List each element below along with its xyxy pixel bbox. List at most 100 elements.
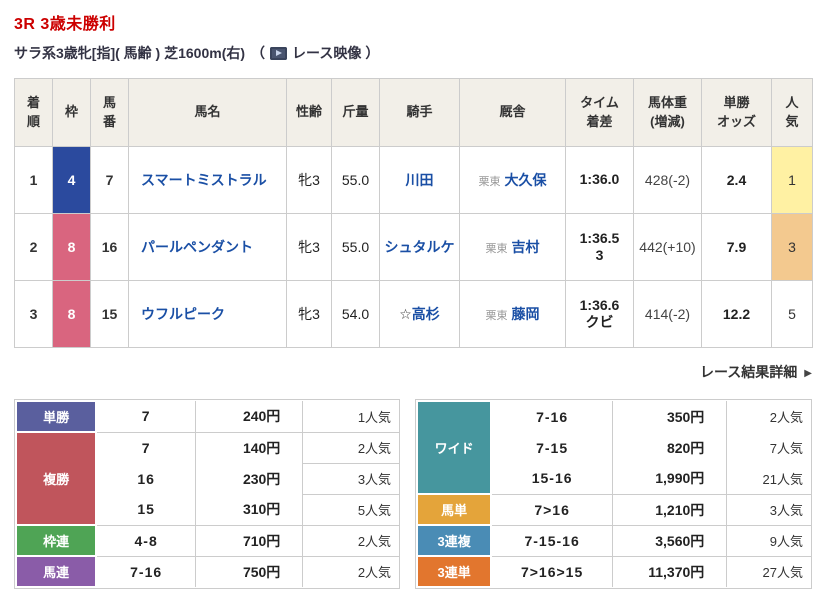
payout-amount: 310円	[194, 494, 303, 525]
apprentice-mark: ☆	[399, 306, 412, 322]
trainer-link[interactable]: 大久保	[505, 172, 547, 188]
stable-cell: 栗東 大久保	[459, 146, 566, 214]
horse-name-link[interactable]: ウフルピーク	[141, 306, 225, 322]
payout-amount: 820円	[611, 432, 727, 463]
sex-age: 牝3	[286, 213, 332, 281]
payout-popularity: 27人気	[726, 555, 811, 587]
race-video-link[interactable]: レース映像	[292, 43, 361, 63]
col-header-frame: 枠	[52, 78, 91, 147]
horse-name-cell: パールペンダント	[128, 213, 287, 281]
payout-row: 馬連 7-16 750円 2人気	[14, 555, 400, 588]
stable-cell: 栗東 吉村	[459, 213, 566, 281]
payout-combination: 15	[95, 494, 196, 525]
chevron-right-icon: ▶	[804, 368, 812, 379]
payout-combination: 7>16	[490, 493, 613, 525]
jockey-cell: シュタルケ	[379, 213, 460, 281]
payout-amount: 750円	[194, 555, 303, 587]
payout-table-right: ワイド 7-16 350円 2人気 7-15 820円 7人気 15-16 1,…	[415, 399, 812, 589]
payout-combination: 7-15	[490, 432, 613, 463]
win-odds: 7.9	[701, 213, 772, 281]
popularity: 3	[771, 213, 813, 281]
payout-popularity: 2人気	[302, 524, 400, 556]
payout-type-label: 枠連	[14, 524, 98, 557]
payout-popularity: 5人気	[302, 493, 400, 525]
paren-open: （	[251, 45, 266, 61]
stable-region: 栗東	[478, 176, 501, 188]
payout-amount: 240円	[194, 401, 303, 432]
finish-time: 1:36.0	[579, 171, 620, 188]
result-row: 3 8 15 ウフルピーク 牝3 54.0 ☆高杉 栗東 藤岡 1:36.6 クビ …	[14, 280, 813, 348]
trainer-link[interactable]: 藤岡	[512, 306, 540, 322]
race-title: 3R 3歳未勝利	[14, 16, 116, 33]
col-header-stable: 厩舎	[459, 78, 566, 147]
horse-name-link[interactable]: スマートミストラル	[141, 172, 267, 188]
race-result-detail-link[interactable]: レース結果詳細 ▶	[700, 364, 812, 380]
payout-combination: 15-16	[490, 463, 613, 494]
payout-popularity: 2人気	[726, 401, 811, 432]
popularity: 5	[771, 280, 813, 348]
payout-type-label: 馬連	[14, 555, 98, 588]
finish-position: 1	[14, 146, 53, 214]
race-result-detail-label: レース結果詳細	[699, 364, 798, 380]
stable-region: 栗東	[485, 310, 508, 322]
payout-combination: 4-8	[95, 524, 196, 556]
horse-number: 16	[90, 213, 129, 281]
payout-combination: 7-16	[490, 401, 613, 432]
payout-row: 3連単 7>16>15 11,370円 27人気	[416, 555, 811, 588]
payout-combination: 7	[95, 431, 196, 463]
carried-weight: 55.0	[331, 213, 380, 281]
jockey-link[interactable]: シュタルケ	[385, 239, 455, 255]
horse-weight: 442(+10)	[633, 213, 702, 281]
race-conditions: サラ系3歳牝[指]( 馬齢 ) 芝1600m(右)	[14, 45, 246, 61]
payout-popularity: 9人気	[726, 524, 811, 556]
payout-amount: 230円	[194, 463, 303, 494]
payout-popularity: 2人気	[302, 555, 400, 587]
jockey-link[interactable]: 川田	[406, 172, 434, 188]
payout-section: 単勝 7 240円 1人気 複勝 7 140円 2人気 16 230円 3人気	[14, 399, 812, 589]
race-conditions-row: サラ系3歳牝[指]( 馬齢 ) 芝1600m(右) （ レース映像 ）	[14, 43, 812, 63]
payout-type-label: 複勝	[14, 431, 98, 526]
carried-weight: 54.0	[331, 280, 380, 348]
details-link-row: レース結果詳細 ▶	[14, 362, 812, 382]
col-header-horse-name: 馬名	[128, 78, 287, 147]
horse-name-link[interactable]: パールペンダント	[141, 239, 253, 255]
win-odds: 12.2	[701, 280, 772, 348]
payout-type-label: 馬単	[416, 493, 493, 526]
col-header-horse-number: 馬 番	[90, 78, 129, 147]
win-odds: 2.4	[701, 146, 772, 214]
payout-row: ワイド 7-16 350円 2人気	[416, 400, 811, 495]
time-margin-cell: 1:36.0	[565, 146, 634, 214]
payout-amount: 11,370円	[611, 555, 727, 587]
payout-combination: 7>16>15	[490, 555, 613, 587]
horse-name-cell: スマートミストラル	[128, 146, 287, 214]
finish-time: 1:36.5	[579, 229, 620, 246]
frame-number: 4	[52, 146, 91, 214]
col-header-horse-weight: 馬体重 (増減)	[633, 78, 702, 147]
finish-position: 2	[14, 213, 53, 281]
payout-combination: 7-15-16	[490, 524, 613, 556]
col-header-time-margin: タイム 着差	[565, 78, 634, 147]
race-results-table: 着 順 枠 馬 番 馬名 性齢 斤量 騎手 厩舎 タイム 着差 馬体重 (増減)…	[14, 78, 813, 348]
payout-combination: 7-16	[95, 555, 196, 587]
col-header-win-odds: 単勝 オッズ	[701, 78, 772, 147]
trainer-link[interactable]: 吉村	[512, 239, 540, 255]
col-header-jockey: 騎手	[379, 78, 460, 147]
jockey-link[interactable]: 高杉	[412, 306, 440, 322]
col-header-finish-position: 着 順	[14, 78, 53, 147]
finish-time: 1:36.6	[579, 296, 620, 313]
results-header-row: 着 順 枠 馬 番 馬名 性齢 斤量 騎手 厩舎 タイム 着差 馬体重 (増減)…	[14, 78, 813, 147]
payout-table-left: 単勝 7 240円 1人気 複勝 7 140円 2人気 16 230円 3人気	[14, 399, 401, 589]
payout-amount: 350円	[611, 401, 727, 432]
payout-row: 単勝 7 240円 1人気	[14, 400, 400, 433]
payout-combination: 7	[95, 401, 196, 432]
payout-combination: 16	[95, 463, 196, 494]
result-row: 2 8 16 パールペンダント 牝3 55.0 シュタルケ 栗東 吉村 1:36.…	[14, 213, 813, 281]
sex-age: 牝3	[286, 146, 332, 214]
jockey-cell: ☆高杉	[379, 280, 460, 348]
stable-region: 栗東	[485, 243, 508, 255]
payout-popularity: 1人気	[302, 401, 400, 432]
margin: クビ	[585, 314, 614, 330]
payout-type-label: 単勝	[14, 400, 98, 433]
finish-position: 3	[14, 280, 53, 348]
col-header-weight: 斤量	[331, 78, 380, 147]
